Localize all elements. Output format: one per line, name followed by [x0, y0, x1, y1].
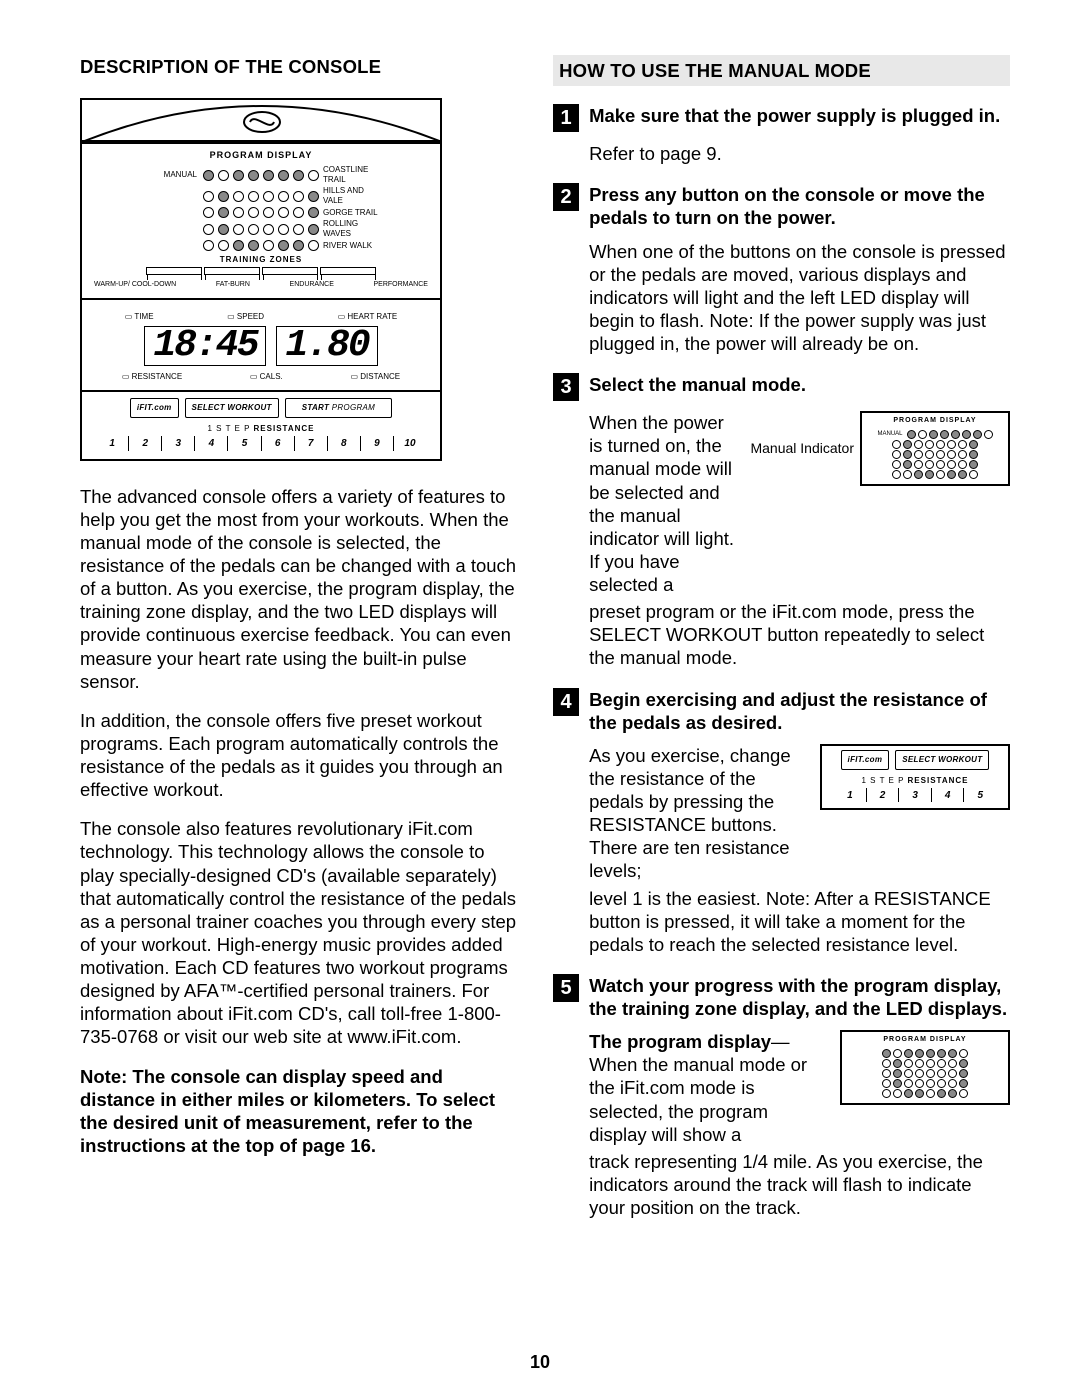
led-panel: ▭ TIME ▭ SPEED ▭ HEART RATE 18:45 1.80 ▭… — [82, 298, 440, 390]
step-3-body: When the power is turned on, the manual … — [589, 411, 1010, 669]
left-p1: The advanced console offers a variety of… — [80, 485, 517, 693]
console-arch-icon — [82, 100, 440, 142]
page-number: 10 — [0, 1351, 1080, 1374]
start-program-button: START PROGRAM — [285, 398, 392, 418]
left-p4-note: Note: The console can display speed and … — [80, 1065, 517, 1158]
manual-indicator-label: Manual Indicator — [750, 441, 854, 456]
step-number-icon: 4 — [553, 688, 579, 716]
left-p2: In addition, the console offers five pre… — [80, 709, 517, 802]
step-number-icon: 3 — [553, 373, 579, 401]
left-column: DESCRIPTION OF THE CONSOLE PROGRAM DISPL… — [80, 55, 517, 1237]
step-4-body: As you exercise, change the resistance o… — [589, 744, 1010, 956]
step-5: 5 Watch your progress with the program d… — [553, 974, 1010, 1020]
step-2: 2 Press any button on the console or mov… — [553, 183, 1010, 229]
left-heading: DESCRIPTION OF THE CONSOLE — [80, 55, 517, 78]
right-column: HOW TO USE THE MANUAL MODE 1 Make sure t… — [553, 55, 1010, 1237]
step-1-body: Refer to page 9. — [589, 142, 1010, 165]
mini-program-display-2: PROGRAM DISPLAY — [840, 1030, 1010, 1105]
step-2-body: When one of the buttons on the console i… — [589, 240, 1010, 356]
right-heading: HOW TO USE THE MANUAL MODE — [553, 55, 1010, 86]
step-number-icon: 5 — [553, 974, 579, 1002]
console-diagram: PROGRAM DISPLAY MANUALCOASTLINE TRAIL HI… — [80, 98, 442, 461]
step-3: 3 Select the manual mode. — [553, 373, 1010, 401]
resistance-numbers: 12345678910 — [88, 434, 434, 451]
led-left: 18:45 — [144, 326, 266, 366]
step-4: 4 Begin exercising and adjust the resist… — [553, 688, 1010, 734]
buttons-panel: iFIT.com SELECT WORKOUT START PROGRAM 1 … — [82, 390, 440, 459]
ifit-button: iFIT.com — [130, 398, 179, 418]
program-display-panel: PROGRAM DISPLAY MANUALCOASTLINE TRAIL HI… — [82, 142, 440, 298]
mini-resistance-panel: iFIT.com SELECT WORKOUT 1 S T E P RESIST… — [820, 744, 1010, 811]
mini-program-display: PROGRAM DISPLAY MANUAL — [860, 411, 1010, 486]
step-1: 1 Make sure that the power supply is plu… — [553, 104, 1010, 132]
step-number-icon: 2 — [553, 183, 579, 211]
led-right: 1.80 — [276, 326, 377, 366]
select-workout-button: SELECT WORKOUT — [185, 398, 279, 418]
step-number-icon: 1 — [553, 104, 579, 132]
left-p3: The console also features revolutionary … — [80, 817, 517, 1048]
step-5-body: The program display—When the manual mode… — [589, 1030, 1010, 1219]
